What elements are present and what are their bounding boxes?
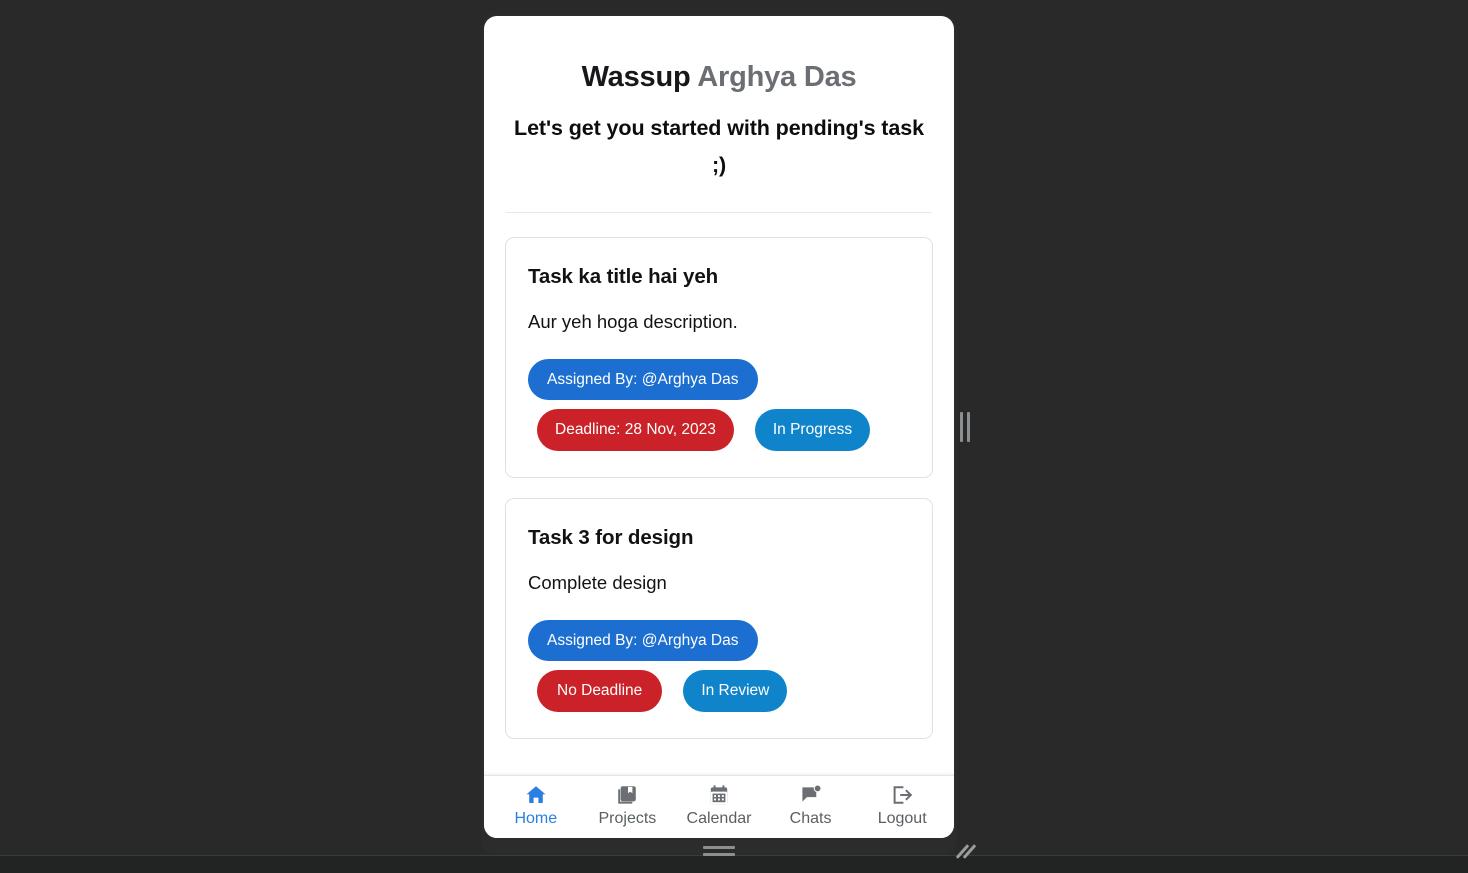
resize-handle-right[interactable] — [958, 412, 972, 442]
task-title: Task ka title hai yeh — [528, 264, 719, 288]
home-icon — [523, 782, 549, 808]
deadline-badge: No Deadline — [537, 670, 663, 712]
nav-item-logout[interactable]: Logout — [861, 782, 943, 827]
calendar-icon — [706, 782, 732, 808]
task-title: Task 3 for design — [528, 525, 694, 549]
task-list: Task ka title hai yeh Aur yeh hoga descr… — [505, 213, 933, 739]
logout-icon — [889, 782, 915, 808]
nav-label-home: Home — [514, 810, 558, 827]
nav-label-projects: Projects — [598, 810, 657, 827]
assigned-by-badge: Assigned By: @Arghya Das — [528, 619, 758, 662]
app-scroll-area[interactable]: Wassup Arghya Das Let's get you started … — [484, 16, 954, 775]
task-badge-row-secondary: No Deadline In Review — [528, 670, 910, 712]
nav-item-chats[interactable]: Chats — [770, 782, 852, 827]
status-badge[interactable]: In Progress — [754, 409, 871, 451]
bottom-navigation-bar: Home Projects Calendar Chats Logout — [484, 775, 954, 838]
nav-label-logout: Logout — [877, 810, 927, 827]
nav-label-chats: Chats — [789, 810, 832, 827]
task-card[interactable]: Task 3 for design Complete design Assign… — [505, 497, 933, 739]
task-badge-row-primary: Assigned By: @Arghya Das — [528, 358, 910, 401]
nav-item-home[interactable]: Home — [495, 782, 577, 827]
assigned-by-badge: Assigned By: @Arghya Das — [528, 358, 758, 401]
nav-item-projects[interactable]: Projects — [586, 782, 668, 827]
deadline-badge: Deadline: 28 Nov, 2023 — [537, 409, 734, 451]
resize-handle-corner[interactable] — [955, 840, 977, 862]
task-badge-row-primary: Assigned By: @Arghya Das — [528, 619, 910, 662]
greeting-salutation: Wassup — [581, 61, 691, 93]
library-icon — [614, 782, 640, 808]
nav-label-calendar: Calendar — [686, 810, 752, 827]
page-title: Wassup Arghya Das — [505, 60, 933, 95]
chat-bubble-icon — [798, 782, 824, 808]
greeting-user-name: Arghya Das — [697, 61, 857, 93]
greeting-header: Wassup Arghya Das Let's get you started … — [505, 16, 933, 184]
task-card[interactable]: Task ka title hai yeh Aur yeh hoga descr… — [505, 236, 933, 478]
page-bottom-strip — [0, 855, 1468, 873]
status-badge[interactable]: In Review — [683, 670, 788, 712]
device-screen: Wassup Arghya Das Let's get you started … — [484, 16, 954, 838]
resize-handle-bottom[interactable] — [703, 845, 735, 857]
greeting-subtitle: Let's get you started with pending's tas… — [514, 115, 924, 177]
task-description: Aur yeh hoga description. — [528, 310, 738, 332]
nav-item-calendar[interactable]: Calendar — [678, 782, 760, 827]
task-description: Complete design — [528, 571, 667, 593]
task-badge-row-secondary: Deadline: 28 Nov, 2023 In Progress — [528, 409, 910, 451]
